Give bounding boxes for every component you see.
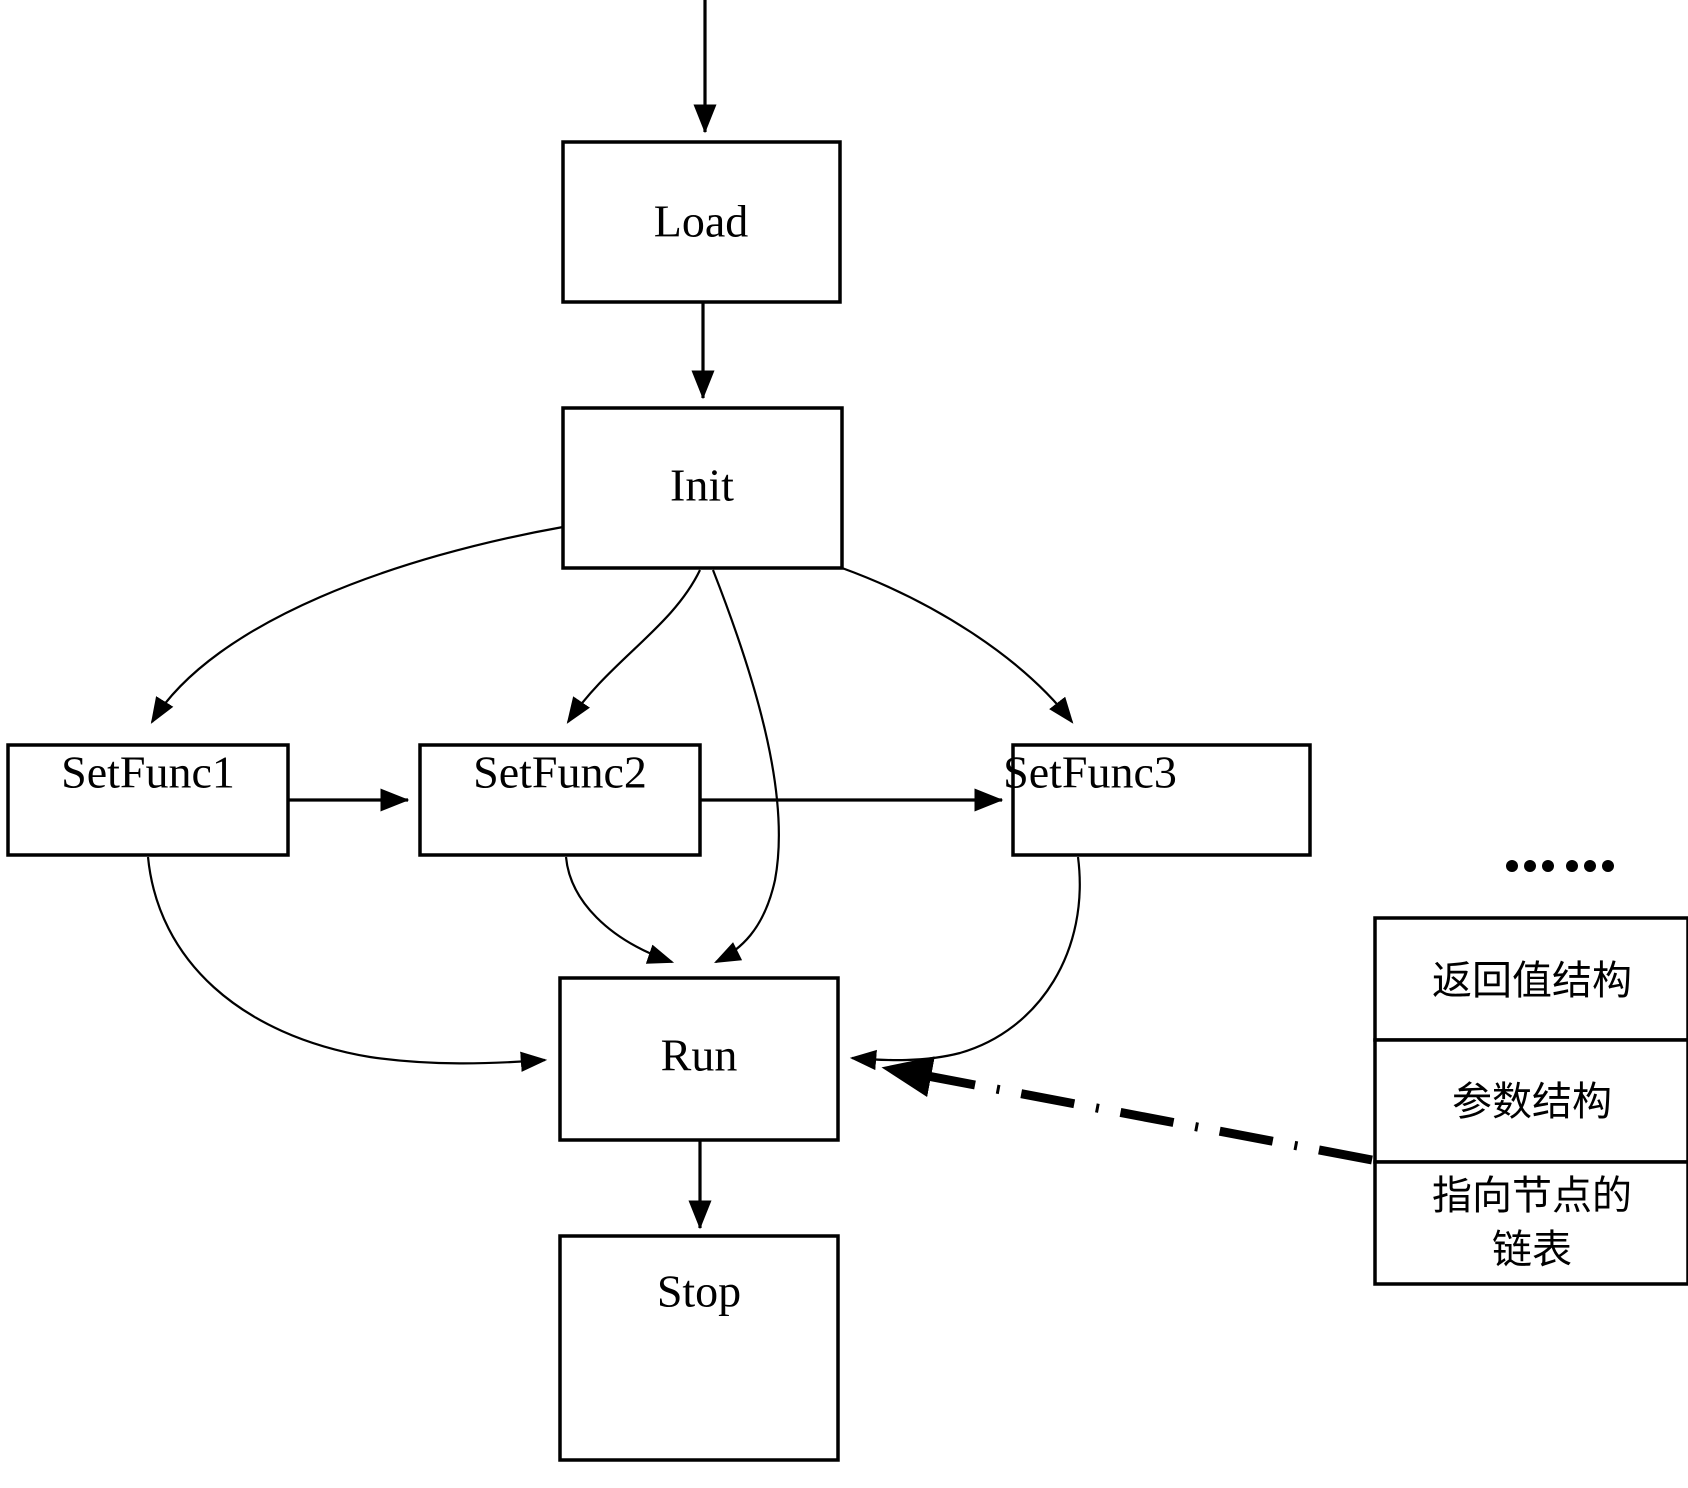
node-load[interactable]: Load (561, 140, 842, 304)
flowchart-canvas: Load Init SetFunc1 SetFunc2 SetFunc3 Run… (0, 0, 1688, 1488)
edge-setfunc3-to-run (849, 856, 1081, 1071)
edge-init-to-setfunc1 (150, 525, 564, 724)
flowchart-svg: Load Init SetFunc1 SetFunc2 SetFunc3 Run… (6, 0, 1688, 1462)
node-run-label: Run (661, 1030, 738, 1081)
node-setfunc2-label: SetFunc2 (473, 747, 647, 798)
node-stop-label: Stop (657, 1266, 741, 1317)
node-init-label: Init (670, 460, 734, 511)
struct-table-row-3-label-line1: 指向节点的 (1432, 1173, 1632, 1219)
struct-table-row-2-label: 参数结构 (1452, 1079, 1612, 1125)
node-setfunc2[interactable]: SetFunc2 (418, 743, 702, 857)
node-init[interactable]: Init (561, 406, 844, 570)
struct-table[interactable]: 返回值结构 参数结构 指向节点的 链表 (1373, 916, 1688, 1286)
node-run[interactable]: Run (558, 976, 840, 1142)
struct-table-row-3-label-line2: 链表 (1492, 1227, 1572, 1273)
node-setfunc1-label: SetFunc1 (61, 747, 235, 798)
edge-setfunc1-to-run (146, 856, 548, 1072)
node-stop[interactable]: Stop (558, 1234, 840, 1462)
struct-table-row-1-label: 返回值结构 (1432, 958, 1632, 1004)
edge-init-to-setfunc2 (566, 569, 701, 724)
node-load-label: Load (654, 196, 749, 247)
edge-init-to-run (711, 569, 780, 963)
ellipsis-marker (1506, 860, 1614, 872)
node-setfunc1[interactable]: SetFunc1 (6, 743, 290, 857)
edge-setfunc2-to-run (564, 856, 675, 964)
node-setfunc3-label: SetFunc3 (1003, 747, 1177, 798)
edge-structtable-to-run (881, 1056, 1373, 1165)
edge-init-to-setfunc3 (841, 566, 1074, 724)
node-setfunc3[interactable]: SetFunc3 (1003, 743, 1312, 857)
